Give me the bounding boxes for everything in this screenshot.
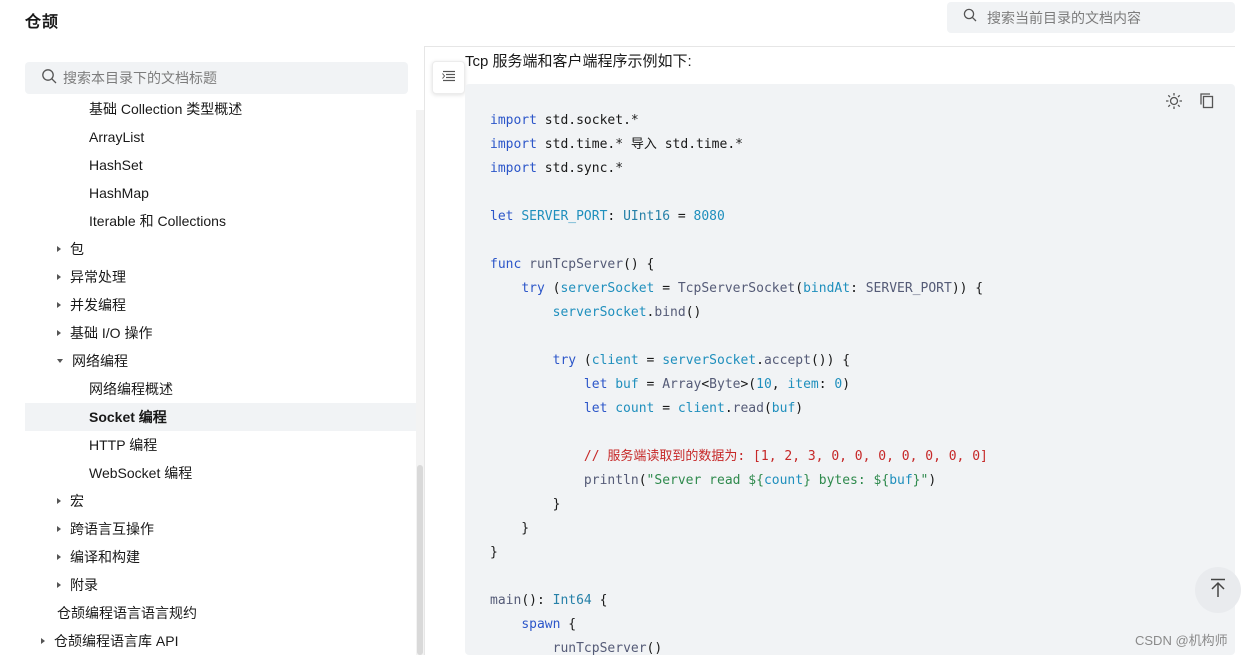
toc-toggle-button[interactable]	[432, 61, 465, 94]
sidebar-title-search[interactable]: 搜索本目录下的文档标题	[25, 62, 408, 94]
tree-item[interactable]: 异常处理	[25, 263, 416, 291]
caret-right-icon[interactable]	[41, 638, 45, 644]
caret-right-icon[interactable]	[57, 554, 61, 560]
tree-item-active[interactable]: Socket 编程	[25, 403, 416, 431]
code-line: }	[490, 545, 498, 560]
tree-item[interactable]: HTTP 编程	[25, 431, 416, 459]
caret-right-icon[interactable]	[57, 302, 61, 308]
search-icon	[963, 8, 977, 27]
tree-item[interactable]: Iterable 和 Collections	[25, 207, 416, 235]
header-divider	[424, 46, 1235, 47]
caret-right-icon[interactable]	[57, 526, 61, 532]
app-title[interactable]: 仓颉	[25, 8, 59, 32]
tree-item[interactable]: 跨语言互操作	[25, 515, 416, 543]
code-line: import std.time.* 导入 std.time.*	[490, 137, 743, 152]
toc-list-icon	[441, 69, 456, 87]
code-line: try (client = serverSocket.accept()) {	[552, 353, 851, 368]
code-line: try (serverSocket = TcpServerSocket(bind…	[521, 281, 984, 296]
sun-icon[interactable]	[1165, 92, 1183, 115]
code-line: let SERVER_PORT: UInt16 = 8080	[490, 209, 725, 224]
tree-item[interactable]: 并发编程	[25, 291, 416, 319]
code-token: import	[490, 137, 537, 152]
copy-icon[interactable]	[1199, 92, 1215, 115]
arrow-up-icon	[1209, 578, 1227, 603]
intro-paragraph: Tcp 服务端和客户端程序示例如下:	[465, 53, 692, 70]
scrollbar-thumb[interactable]	[417, 465, 423, 655]
code-token: std.time.* 导入 std.time.*	[544, 137, 743, 152]
code-line: serverSocket.bind()	[552, 305, 702, 320]
code-line: import std.sync.*	[490, 161, 623, 176]
code-line: func runTcpServer() {	[490, 257, 655, 272]
code-content: import std.socket.* import std.time.* 导入…	[490, 109, 988, 655]
tree-item[interactable]: ArrayList	[25, 123, 416, 151]
tree-item[interactable]: 仓颉编程语言库 API	[25, 627, 416, 655]
search-placeholder: 搜索本目录下的文档标题	[63, 70, 217, 86]
tree-item[interactable]: 仓颉编程语言语言规约	[25, 599, 416, 627]
code-token: std.sync.*	[544, 161, 624, 176]
code-token: import	[490, 161, 537, 176]
code-line: // 服务端读取到的数据为: [1, 2, 3, 0, 0, 0, 0, 0, …	[583, 449, 988, 464]
caret-right-icon[interactable]	[57, 582, 61, 588]
code-token: std.socket.*	[544, 113, 639, 128]
tree-item[interactable]: 包	[25, 235, 416, 263]
caret-right-icon[interactable]	[57, 498, 61, 504]
sidebar-divider	[424, 46, 425, 655]
watermark: CSDN @机构师	[1135, 633, 1228, 648]
code-line: spawn {	[521, 617, 577, 632]
tree-item[interactable]: 基础 I/O 操作	[25, 319, 416, 347]
search-icon	[41, 68, 57, 89]
tree-item[interactable]: 附录	[25, 571, 416, 599]
code-line: let count = client.read(buf)	[583, 401, 804, 416]
code-line: main(): Int64 {	[490, 593, 608, 608]
tree-item[interactable]: HashSet	[25, 151, 416, 179]
tree-item[interactable]: 网络编程概述	[25, 375, 416, 403]
code-line: }	[490, 521, 530, 536]
tree-item[interactable]: 编译和构建	[25, 543, 416, 571]
code-block: import std.socket.* import std.time.* 导入…	[465, 84, 1235, 655]
code-line: runTcpServer()	[552, 641, 663, 655]
tree-item[interactable]: HashMap	[25, 179, 416, 207]
caret-right-icon[interactable]	[57, 330, 61, 336]
caret-down-icon[interactable]	[57, 359, 63, 363]
sidebar-scrollbar[interactable]	[416, 110, 424, 655]
code-line: }	[490, 497, 561, 512]
search-placeholder: 搜索当前目录的文档内容	[987, 9, 1141, 26]
code-token: import	[490, 113, 537, 128]
tree-item[interactable]: 网络编程	[25, 347, 416, 375]
caret-right-icon[interactable]	[57, 246, 61, 252]
code-line: println("Server read ${count} bytes: ${b…	[583, 473, 937, 488]
caret-right-icon[interactable]	[57, 274, 61, 280]
doc-tree: 基础 Collection 类型概述 ArrayList HashSet Has…	[25, 100, 416, 655]
tree-item[interactable]: WebSocket 编程	[25, 459, 416, 487]
code-line: import std.socket.*	[490, 113, 639, 128]
code-line: let buf = Array<Byte>(10, item: 0)	[583, 377, 851, 392]
back-to-top-button[interactable]	[1195, 567, 1241, 613]
tree-item[interactable]: 基础 Collection 类型概述	[25, 100, 416, 123]
doc-content-search[interactable]: 搜索当前目录的文档内容	[947, 2, 1235, 33]
tree-item[interactable]: 宏	[25, 487, 416, 515]
code-toolbar	[1165, 92, 1215, 115]
